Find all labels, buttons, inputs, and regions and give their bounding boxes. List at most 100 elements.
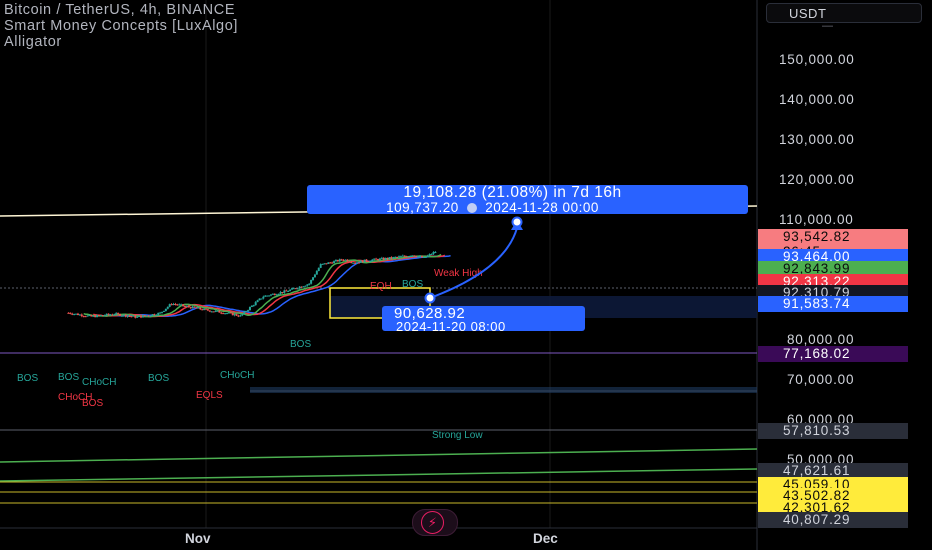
candle	[197, 307, 200, 309]
candle	[317, 267, 320, 272]
bos-label: BOS	[17, 373, 38, 384]
price-tag-current: 93,542.82	[758, 229, 908, 245]
candle	[128, 315, 131, 317]
equal-lows-zone	[250, 387, 757, 393]
candle	[115, 313, 118, 315]
candle	[304, 285, 307, 287]
candle	[394, 256, 397, 258]
candle	[180, 304, 183, 306]
candle	[399, 256, 402, 258]
chart-legend: Bitcoin / TetherUS, 4h, BINANCE Smart Mo…	[4, 2, 238, 50]
candle	[222, 313, 225, 315]
choch-label: CHoCH	[220, 370, 254, 381]
candle	[94, 315, 97, 318]
candle	[149, 315, 152, 317]
candle	[271, 293, 274, 295]
candle	[153, 314, 156, 316]
candle	[306, 284, 309, 286]
candle	[407, 256, 410, 258]
candle	[296, 288, 299, 290]
candle	[277, 293, 280, 295]
green-trend-line-1	[0, 448, 758, 463]
candle	[262, 296, 265, 299]
candle	[361, 260, 364, 263]
candle	[212, 311, 215, 313]
candle	[313, 274, 316, 278]
smc-labels: Weak High Strong Low BOS BOS BOS BOS BOS…	[17, 268, 483, 441]
bos-label: BOS	[290, 339, 311, 350]
candle	[99, 315, 102, 317]
candle	[367, 261, 370, 263]
candle	[430, 254, 433, 256]
candle	[420, 256, 423, 258]
price-tick: 130,000.00	[779, 132, 855, 147]
candle	[413, 255, 416, 257]
candle	[355, 262, 358, 264]
price-tag: 40,807.29	[758, 512, 908, 528]
candle	[151, 314, 154, 316]
candle	[428, 254, 431, 256]
price-tick: 70,000.00	[787, 372, 855, 387]
bos-label: BOS	[58, 372, 79, 383]
candle	[166, 306, 169, 309]
candle	[346, 259, 349, 262]
anchor-tooltip[interactable]: 90,628.92 2024-11-20 08:00	[382, 306, 585, 333]
candle	[422, 257, 425, 259]
candle	[348, 261, 351, 263]
eqls-label: EQLS	[196, 390, 223, 401]
candle	[434, 252, 437, 254]
candle	[178, 304, 181, 306]
candle	[398, 256, 401, 258]
candle	[396, 256, 399, 258]
candle	[205, 308, 207, 310]
indicator-smc[interactable]: Smart Money Concepts [LuxAlgo]	[4, 18, 238, 34]
price-tag: 57,810.53	[758, 423, 908, 439]
candle	[80, 314, 83, 317]
candle	[109, 314, 112, 316]
candle	[384, 257, 387, 260]
candle	[369, 261, 372, 263]
candle	[155, 314, 158, 316]
candle	[291, 288, 293, 290]
candle	[235, 314, 238, 316]
candle	[373, 258, 376, 260]
structure-levels	[0, 205, 758, 504]
candle	[105, 313, 108, 316]
candle	[292, 288, 295, 290]
candle	[409, 256, 412, 258]
candle	[403, 255, 406, 257]
candle	[390, 257, 393, 259]
candle	[264, 295, 267, 297]
candle	[336, 260, 339, 262]
candle	[126, 315, 129, 317]
tradingview-logo-button[interactable]: ⚡	[412, 509, 458, 536]
price-tag: 77,168.02	[758, 346, 908, 362]
candle	[226, 313, 229, 315]
candle	[182, 304, 185, 306]
candle	[111, 314, 114, 316]
candle	[159, 312, 162, 314]
candle	[86, 315, 89, 317]
candle	[344, 259, 347, 261]
indicator-alligator[interactable]: Alligator	[4, 34, 238, 50]
candle	[145, 315, 148, 317]
currency-sub: —	[822, 20, 833, 32]
candle	[342, 259, 345, 261]
projection-target-price: 109,737.20	[386, 200, 459, 215]
candle	[405, 256, 408, 258]
candle	[329, 262, 332, 264]
candle	[352, 262, 355, 264]
candle	[191, 306, 194, 309]
projection-tooltip[interactable]: 19,108.28 (21.08%) in 7d 16h 109,737.20 …	[307, 185, 748, 214]
strong-low-label: Strong Low	[432, 430, 483, 441]
candle	[187, 305, 190, 308]
bos-label: BOS	[402, 279, 423, 290]
candle	[334, 260, 337, 262]
candle	[424, 256, 427, 258]
candle	[363, 259, 366, 263]
candle	[185, 305, 188, 307]
currency-selector[interactable]: USDT	[766, 3, 922, 23]
candle	[268, 295, 271, 297]
candle	[287, 290, 290, 292]
symbol-title[interactable]: Bitcoin / TetherUS, 4h, BINANCE	[4, 2, 238, 18]
